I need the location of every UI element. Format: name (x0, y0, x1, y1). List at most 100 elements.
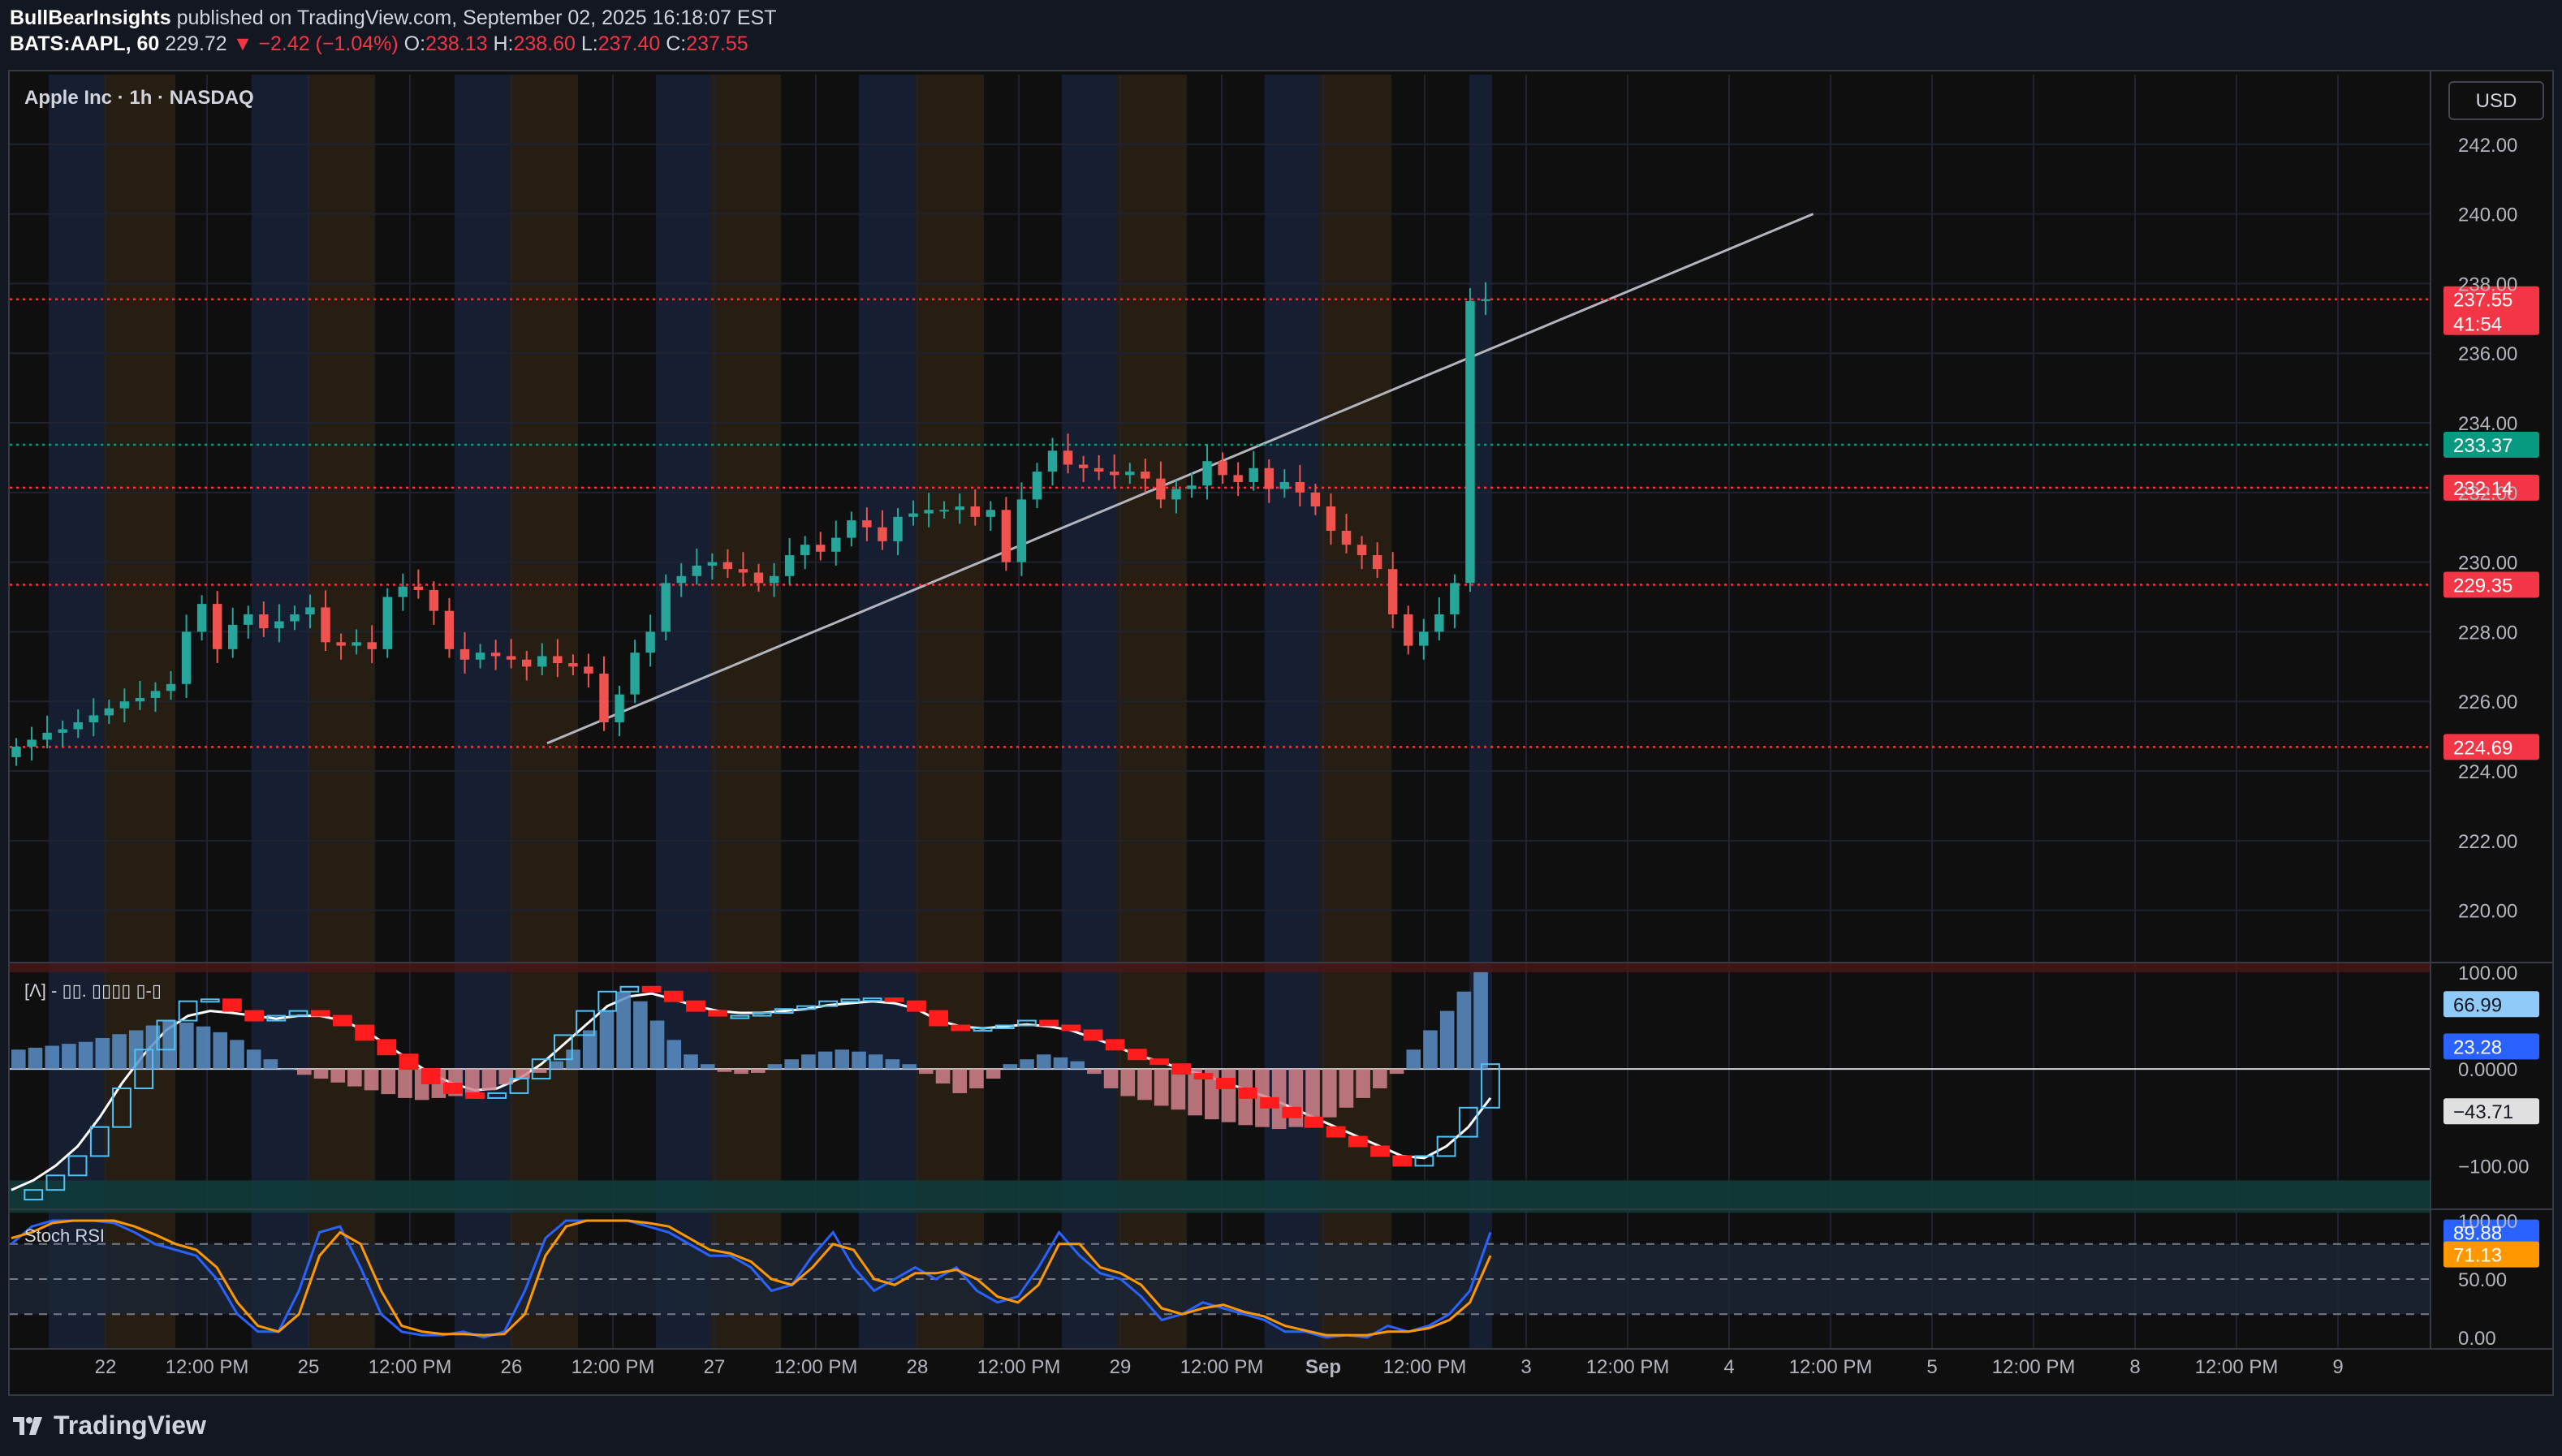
currency-button[interactable]: USD (2448, 81, 2544, 120)
candle-body (645, 631, 655, 653)
histogram-bar (381, 1069, 396, 1095)
candle-body (1279, 481, 1290, 489)
histogram-bar (1322, 1069, 1337, 1118)
x-tick-label: 27 (704, 1356, 726, 1378)
histogram-bar (532, 1069, 547, 1073)
stoch-band-fill (10, 1243, 2430, 1315)
candle-body (321, 607, 330, 643)
histogram-bar (616, 991, 631, 1070)
y-tick-label: 222.00 (2458, 831, 2517, 853)
y-tick-label: 220.00 (2458, 901, 2517, 923)
candle-body (753, 572, 764, 584)
histogram-bar (751, 1069, 766, 1073)
x-tick-label: 12:00 PM (369, 1356, 452, 1378)
y-tick-label: 224.00 (2458, 761, 2517, 783)
macd-box (1105, 1039, 1125, 1051)
candle-body (88, 715, 98, 722)
chart-canvas[interactable]: 220.00222.00224.00226.00228.00230.00232.… (0, 0, 2562, 1456)
histogram-bar (78, 1041, 93, 1070)
candle-body (1156, 478, 1166, 500)
histogram-bar (1473, 971, 1488, 1070)
histogram-bar (852, 1051, 866, 1070)
y-tick-label: 242.00 (2458, 135, 2517, 157)
candle-body (816, 545, 826, 552)
macd-box (1348, 1135, 1368, 1148)
footer: TradingView (11, 1411, 206, 1441)
macd-box (443, 1083, 463, 1094)
price-level-label: 237.55 (2453, 290, 2512, 312)
stoch-value-label: 89.88 (2453, 1223, 2502, 1245)
x-tick-label: 9 (2332, 1356, 2343, 1378)
macd-value-label: 66.99 (2453, 994, 2502, 1016)
histogram-bar (313, 1069, 329, 1079)
candle (1404, 605, 1413, 655)
candle-body (1202, 461, 1212, 486)
histogram-bar (28, 1047, 43, 1070)
histogram-bar (45, 1045, 60, 1070)
histogram-bar (196, 1026, 211, 1070)
candle (630, 640, 640, 704)
histogram-bar (1439, 1010, 1455, 1070)
tradingview-brand[interactable]: TradingView (54, 1411, 206, 1441)
histogram-bar (1389, 1069, 1404, 1075)
candle-body (1434, 614, 1444, 632)
y-tick-label: 228.00 (2458, 622, 2517, 644)
histogram-bar (230, 1040, 244, 1070)
histogram-bar (767, 1064, 783, 1070)
candle-body (104, 708, 114, 716)
histogram-bar (398, 1069, 412, 1098)
candle-body (444, 610, 455, 649)
candle-body (119, 701, 130, 709)
countdown-label: 41:54 (2453, 314, 2502, 336)
session-band (252, 75, 308, 1349)
session-band (711, 75, 781, 1349)
oversold-zone (10, 1180, 2430, 1213)
candle (1032, 463, 1042, 509)
histogram-bar (515, 1069, 530, 1079)
candle-body (568, 663, 578, 667)
histogram-bar (549, 1061, 564, 1070)
candle-body (1171, 489, 1181, 500)
session-band (1469, 75, 1492, 1349)
candle-body (970, 506, 980, 517)
x-tick-label: 12:00 PM (1383, 1356, 1467, 1378)
candle-body (274, 621, 284, 629)
y-tick-label: 234.00 (2458, 413, 2517, 435)
histogram-bar (666, 1040, 682, 1070)
candle-body (290, 614, 300, 622)
macd-box (641, 985, 662, 993)
candle-body (1419, 631, 1429, 646)
y-tick-label: 240.00 (2458, 205, 2517, 226)
macd-pane-title: [Λ] - ▯▯. ▯▯▯▯ ▯-▯ (24, 980, 162, 1001)
macd-y-tick-label: 0.0000 (2458, 1059, 2517, 1081)
candle (1419, 618, 1429, 660)
candle (398, 573, 408, 611)
macd-box (377, 1039, 397, 1056)
candle-body (722, 562, 733, 570)
session-band (455, 75, 510, 1349)
histogram-bar (364, 1069, 379, 1091)
histogram-bar (1288, 1069, 1304, 1127)
candle-body (1141, 472, 1150, 479)
macd-box (1149, 1058, 1169, 1066)
candle-body (1093, 467, 1104, 472)
histogram-bar (700, 1064, 715, 1070)
candle-body (1356, 545, 1367, 556)
candle-body (506, 656, 516, 660)
macd-box (1193, 1073, 1214, 1080)
stoch-value-label: 71.13 (2453, 1245, 2502, 1267)
macd-box (686, 1000, 705, 1012)
candle (1249, 450, 1258, 491)
macd-box (663, 990, 684, 1002)
macd-box (929, 1010, 949, 1027)
histogram-bar (885, 1059, 900, 1070)
session-band (656, 75, 711, 1349)
histogram-bar (1103, 1069, 1119, 1088)
candle-body (800, 545, 810, 556)
macd-value-label: −43.71 (2453, 1101, 2513, 1123)
macd-box (421, 1068, 441, 1085)
candle-body (661, 583, 671, 632)
histogram-bar (11, 1049, 26, 1070)
macd-box (200, 998, 220, 1003)
price-level-label: 229.35 (2453, 575, 2512, 597)
